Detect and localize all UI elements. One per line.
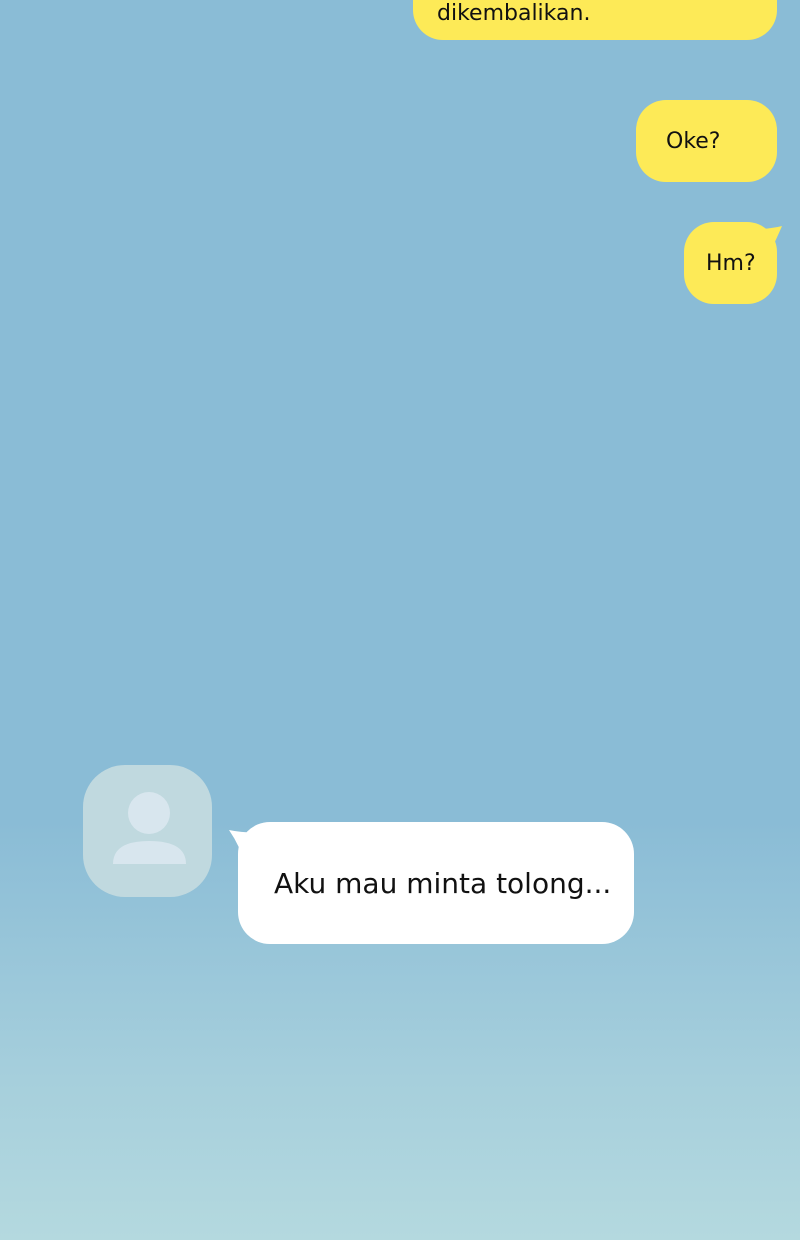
message-text: dikembalikan.	[437, 1, 591, 26]
message-text: Aku mau minta tolong...	[274, 866, 612, 900]
outgoing-message-bubble[interactable]: dikembalikan.	[413, 0, 777, 40]
chat-background	[0, 0, 800, 1240]
default-user-icon	[113, 792, 186, 864]
outgoing-message-bubble[interactable]: Oke?	[636, 100, 777, 182]
incoming-message-bubble[interactable]: Aku mau minta tolong...	[238, 822, 634, 944]
message-text: Hm?	[706, 250, 756, 276]
contact-avatar[interactable]	[83, 765, 212, 897]
outgoing-message-bubble[interactable]: Hm?	[684, 222, 777, 304]
message-text: Oke?	[666, 128, 721, 154]
